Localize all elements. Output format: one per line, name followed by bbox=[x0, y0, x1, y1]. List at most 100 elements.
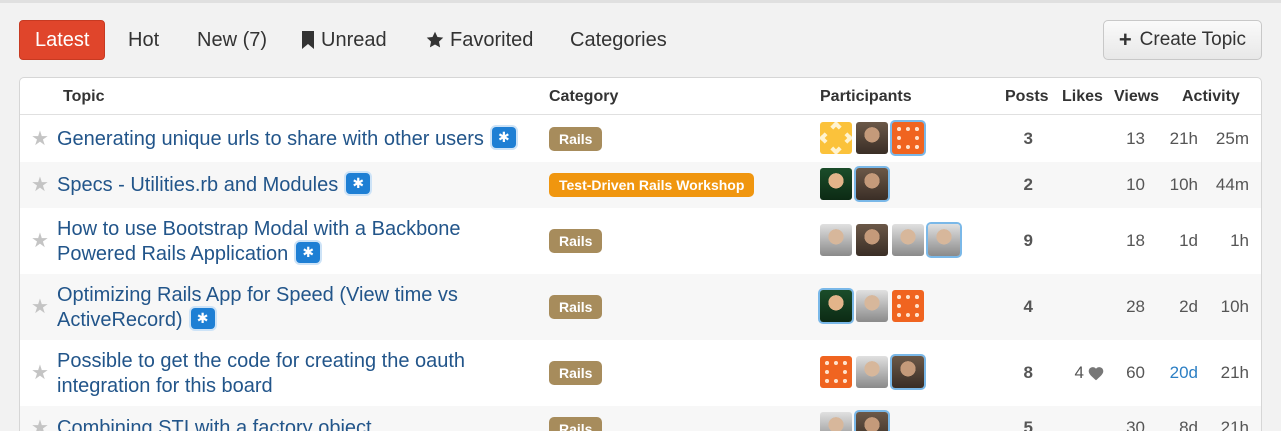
activity-last[interactable]: 21h bbox=[1221, 363, 1249, 383]
category-badge[interactable]: Rails bbox=[549, 361, 603, 385]
activity-first[interactable]: 1d bbox=[1179, 231, 1198, 251]
avatar[interactable] bbox=[856, 168, 888, 200]
pinned-icon bbox=[491, 127, 516, 149]
activity-last[interactable]: 10h bbox=[1221, 297, 1249, 317]
participants bbox=[820, 412, 888, 431]
activity-last[interactable]: 44m bbox=[1216, 175, 1249, 195]
topic-title[interactable]: Specs - Utilities.rb and Modules bbox=[57, 173, 517, 198]
posts-count[interactable]: 9 bbox=[1024, 231, 1033, 251]
nav-new-tab[interactable]: New (7) bbox=[182, 20, 282, 60]
avatar[interactable] bbox=[892, 356, 924, 388]
avatar[interactable] bbox=[928, 224, 960, 256]
star-icon[interactable]: ★ bbox=[31, 175, 49, 195]
avatar[interactable] bbox=[892, 290, 924, 322]
avatar[interactable] bbox=[892, 224, 924, 256]
avatar[interactable] bbox=[856, 290, 888, 322]
topic-row: ★ Possible to get the code for creating … bbox=[20, 340, 1261, 406]
star-icon[interactable]: ★ bbox=[31, 297, 49, 317]
posts-count[interactable]: 4 bbox=[1024, 297, 1033, 317]
views-count: 28 bbox=[1126, 297, 1145, 316]
activity-last[interactable]: 25m bbox=[1216, 129, 1249, 149]
views-count: 13 bbox=[1126, 129, 1145, 148]
topic-title[interactable]: Possible to get the code for creating th… bbox=[57, 349, 517, 399]
column-likes[interactable]: Likes bbox=[1062, 88, 1103, 106]
avatar[interactable] bbox=[820, 168, 852, 200]
topic-title[interactable]: Generating unique urls to share with oth… bbox=[57, 127, 517, 152]
nav-unread-label: Unread bbox=[321, 29, 387, 51]
nav-new-label: New (7) bbox=[197, 29, 268, 51]
create-topic-button[interactable]: + Create Topic bbox=[1102, 20, 1262, 60]
topic-row: ★ Specs - Utilities.rb and Modules Test-… bbox=[20, 162, 1261, 208]
column-posts[interactable]: Posts bbox=[1005, 88, 1049, 106]
likes-value: 4 bbox=[1074, 363, 1084, 382]
topic-row: ★ Optimizing Rails App for Speed (View t… bbox=[20, 274, 1261, 340]
views-count: 10 bbox=[1126, 175, 1145, 194]
topic-title-line[interactable]: integration for this board bbox=[57, 374, 517, 399]
posts-count[interactable]: 2 bbox=[1024, 175, 1033, 195]
avatar[interactable] bbox=[856, 412, 888, 431]
topic-row: ★ Generating unique urls to share with o… bbox=[20, 116, 1261, 162]
topic-title-text[interactable]: Specs - Utilities.rb and Modules bbox=[57, 174, 338, 196]
topic-title[interactable]: Optimizing Rails App for Speed (View tim… bbox=[57, 283, 517, 333]
pinned-icon bbox=[190, 308, 215, 330]
avatar[interactable] bbox=[820, 122, 852, 154]
posts-count[interactable]: 8 bbox=[1024, 363, 1033, 383]
topic-row: ★ Combining STI with a factory object Ra… bbox=[20, 406, 1261, 431]
category-badge[interactable]: Test-Driven Rails Workshop bbox=[549, 173, 755, 197]
activity-first[interactable]: 21h bbox=[1170, 129, 1198, 149]
topic-title-text[interactable]: Generating unique urls to share with oth… bbox=[57, 128, 484, 150]
avatar[interactable] bbox=[856, 122, 888, 154]
topic-title-line[interactable]: Possible to get the code for creating th… bbox=[57, 349, 517, 374]
posts-count[interactable]: 3 bbox=[1024, 129, 1033, 149]
star-icon[interactable]: ★ bbox=[31, 231, 49, 251]
topic-title-line[interactable]: Powered Rails Application bbox=[57, 243, 288, 265]
star-icon[interactable]: ★ bbox=[31, 418, 49, 431]
topic-row: ★ How to use Bootstrap Modal with a Back… bbox=[20, 208, 1261, 274]
participants bbox=[820, 122, 924, 154]
column-views[interactable]: Views bbox=[1114, 88, 1159, 106]
avatar[interactable] bbox=[820, 224, 852, 256]
nav-unread-tab[interactable]: Unread bbox=[286, 20, 402, 60]
category-badge[interactable]: Rails bbox=[549, 229, 603, 253]
activity-last[interactable]: 21h bbox=[1221, 418, 1249, 431]
column-activity[interactable]: Activity bbox=[1182, 88, 1240, 106]
topic-title-line[interactable]: How to use Bootstrap Modal with a Backbo… bbox=[57, 217, 517, 242]
activity-first[interactable]: 20d bbox=[1170, 363, 1198, 383]
bookmark-icon bbox=[302, 31, 314, 49]
views-count: 60 bbox=[1126, 363, 1145, 382]
column-category[interactable]: Category bbox=[549, 88, 618, 106]
avatar[interactable] bbox=[820, 290, 852, 322]
topic-title-line[interactable]: Optimizing Rails App for Speed (View tim… bbox=[57, 283, 517, 308]
topic-title-text[interactable]: Combining STI with a factory object bbox=[57, 417, 372, 431]
category-badge[interactable]: Rails bbox=[549, 127, 603, 151]
star-icon bbox=[426, 31, 444, 48]
category-badge[interactable]: Rails bbox=[549, 417, 603, 431]
nav-hot-tab[interactable]: Hot bbox=[113, 20, 174, 60]
participants bbox=[820, 290, 924, 322]
activity-last[interactable]: 1h bbox=[1230, 231, 1249, 251]
star-icon[interactable]: ★ bbox=[31, 129, 49, 149]
activity-first[interactable]: 10h bbox=[1170, 175, 1198, 195]
avatar[interactable] bbox=[820, 412, 852, 431]
activity-first[interactable]: 2d bbox=[1179, 297, 1198, 317]
star-icon[interactable]: ★ bbox=[31, 363, 49, 383]
topic-title[interactable]: Combining STI with a factory object bbox=[57, 416, 517, 431]
category-badge[interactable]: Rails bbox=[549, 295, 603, 319]
create-topic-label: Create Topic bbox=[1139, 29, 1246, 50]
topic-title-line[interactable]: ActiveRecord) bbox=[57, 309, 183, 331]
nav-categories-tab[interactable]: Categories bbox=[555, 20, 682, 60]
pinned-icon bbox=[296, 242, 321, 264]
nav-latest-label: Latest bbox=[35, 29, 90, 51]
nav-latest-tab[interactable]: Latest bbox=[19, 20, 106, 60]
avatar[interactable] bbox=[856, 224, 888, 256]
column-topic[interactable]: Topic bbox=[63, 88, 104, 106]
posts-count[interactable]: 5 bbox=[1024, 418, 1033, 431]
topic-list-header: Topic Category Participants Posts Likes … bbox=[20, 78, 1261, 115]
topic-title[interactable]: How to use Bootstrap Modal with a Backbo… bbox=[57, 217, 517, 267]
nav-favorited-tab[interactable]: Favorited bbox=[411, 20, 548, 60]
avatar[interactable] bbox=[892, 122, 924, 154]
activity-first[interactable]: 8d bbox=[1179, 418, 1198, 431]
participants bbox=[820, 224, 960, 256]
avatar[interactable] bbox=[856, 356, 888, 388]
avatar[interactable] bbox=[820, 356, 852, 388]
